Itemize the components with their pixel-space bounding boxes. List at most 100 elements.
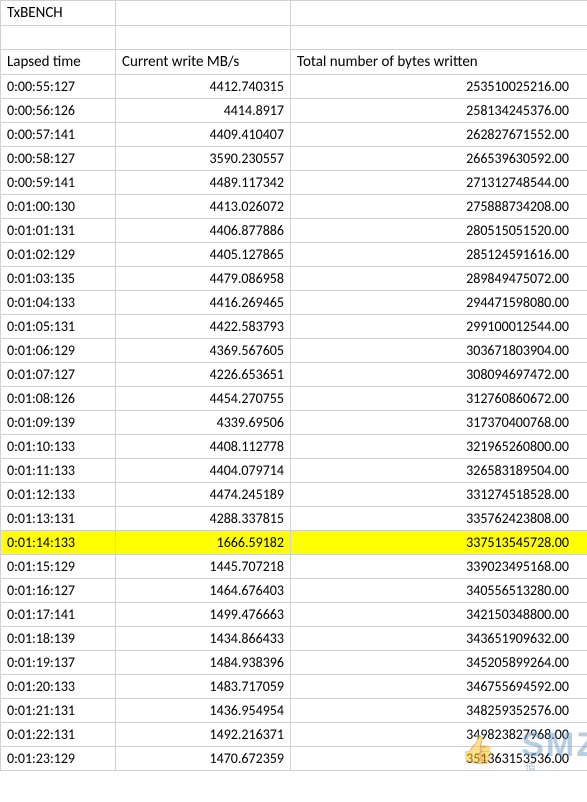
cell-total-bytes: 299100012544.00 bbox=[291, 315, 587, 339]
cell-lapsed-time: 0:01:11:133 bbox=[1, 459, 116, 483]
cell-lapsed-time: 0:01:03:135 bbox=[1, 267, 116, 291]
cell-lapsed-time: 0:01:15:129 bbox=[1, 555, 116, 579]
cell-total-bytes: 321965260800.00 bbox=[291, 435, 587, 459]
cell-lapsed-time: 0:01:09:139 bbox=[1, 411, 116, 435]
table-row: 0:01:02:1294405.127865285124591616.00 bbox=[1, 243, 587, 267]
table-row: 0:01:15:1291445.707218339023495168.00 bbox=[1, 555, 587, 579]
cell-lapsed-time: 0:01:17:141 bbox=[1, 603, 116, 627]
cell-total-bytes: 275888734208.00 bbox=[291, 195, 587, 219]
table-row: 0:01:08:1264454.270755312760860672.00 bbox=[1, 387, 587, 411]
cell-current-write: 1470.672359 bbox=[116, 747, 291, 771]
table-row: 0:01:19:1371484.938396345205899264.00 bbox=[1, 651, 587, 675]
cell-total-bytes: 346755694592.00 bbox=[291, 675, 587, 699]
header-row: Lapsed time Current write MB/s Total num… bbox=[1, 50, 587, 75]
cell-total-bytes: 303671803904.00 bbox=[291, 339, 587, 363]
cell-lapsed-time: 0:01:21:131 bbox=[1, 699, 116, 723]
table-row: 0:01:22:1311492.216371349823827968.00 bbox=[1, 723, 587, 747]
table-row: 0:01:17:1411499.476663342150348800.00 bbox=[1, 603, 587, 627]
cell-current-write: 1666.59182 bbox=[116, 531, 291, 555]
cell-current-write: 4406.877886 bbox=[116, 219, 291, 243]
cell-total-bytes: 289849475072.00 bbox=[291, 267, 587, 291]
cell-lapsed-time: 0:00:59:141 bbox=[1, 171, 116, 195]
cell-total-bytes: 285124591616.00 bbox=[291, 243, 587, 267]
cell-lapsed-time: 0:00:56:126 bbox=[1, 99, 116, 123]
cell-current-write: 1434.866433 bbox=[116, 627, 291, 651]
cell-current-write: 4404.079714 bbox=[116, 459, 291, 483]
header-total-bytes: Total number of bytes written bbox=[291, 50, 587, 75]
cell-current-write: 4412.740315 bbox=[116, 75, 291, 99]
cell-total-bytes: 337513545728.00 bbox=[291, 531, 587, 555]
cell-lapsed-time: 0:01:00:130 bbox=[1, 195, 116, 219]
table-row: 0:00:55:1274412.740315253510025216.00 bbox=[1, 75, 587, 99]
cell-total-bytes: 331274518528.00 bbox=[291, 483, 587, 507]
cell-lapsed-time: 0:01:20:133 bbox=[1, 675, 116, 699]
table-row: 0:01:16:1271464.676403340556513280.00 bbox=[1, 579, 587, 603]
cell-current-write: 4414.8917 bbox=[116, 99, 291, 123]
cell-lapsed-time: 0:01:23:129 bbox=[1, 747, 116, 771]
cell-current-write: 4422.583793 bbox=[116, 315, 291, 339]
cell-current-write: 4226.653651 bbox=[116, 363, 291, 387]
cell-current-write: 4405.127865 bbox=[116, 243, 291, 267]
empty-cell bbox=[116, 26, 291, 50]
cell-current-write: 1499.476663 bbox=[116, 603, 291, 627]
table-row: 0:01:13:1314288.337815335762423808.00 bbox=[1, 507, 587, 531]
table-row: 0:01:18:1391434.866433343651909632.00 bbox=[1, 627, 587, 651]
cell-current-write: 4339.69506 bbox=[116, 411, 291, 435]
table-row: 0:01:23:1291470.672359351363153536.00 bbox=[1, 747, 587, 771]
cell-current-write: 4489.117342 bbox=[116, 171, 291, 195]
table-row: 0:00:58:1273590.230557266539630592.00 bbox=[1, 147, 587, 171]
empty-cell bbox=[291, 26, 587, 50]
table-row: 0:01:00:1304413.026072275888734208.00 bbox=[1, 195, 587, 219]
cell-current-write: 4369.567605 bbox=[116, 339, 291, 363]
cell-lapsed-time: 0:01:12:133 bbox=[1, 483, 116, 507]
cell-total-bytes: 280515051520.00 bbox=[291, 219, 587, 243]
cell-current-write: 4479.086958 bbox=[116, 267, 291, 291]
cell-lapsed-time: 0:01:14:133 bbox=[1, 531, 116, 555]
table-row: 0:01:11:1334404.079714326583189504.00 bbox=[1, 459, 587, 483]
cell-lapsed-time: 0:01:19:137 bbox=[1, 651, 116, 675]
cell-current-write: 1464.676403 bbox=[116, 579, 291, 603]
table-row: 0:01:06:1294369.567605303671803904.00 bbox=[1, 339, 587, 363]
cell-lapsed-time: 0:01:13:131 bbox=[1, 507, 116, 531]
cell-total-bytes: 312760860672.00 bbox=[291, 387, 587, 411]
cell-total-bytes: 253510025216.00 bbox=[291, 75, 587, 99]
table-row: 0:01:21:1311436.954954348259352576.00 bbox=[1, 699, 587, 723]
empty-cell bbox=[291, 1, 587, 26]
cell-total-bytes: 339023495168.00 bbox=[291, 555, 587, 579]
header-lapsed-time: Lapsed time bbox=[1, 50, 116, 75]
cell-lapsed-time: 0:00:55:127 bbox=[1, 75, 116, 99]
table-row: 0:00:57:1414409.410407262827671552.00 bbox=[1, 123, 587, 147]
cell-lapsed-time: 0:00:57:141 bbox=[1, 123, 116, 147]
cell-total-bytes: 340556513280.00 bbox=[291, 579, 587, 603]
table-row: 0:01:14:1331666.59182337513545728.00 bbox=[1, 531, 587, 555]
empty-cell bbox=[1, 26, 116, 50]
cell-current-write: 3590.230557 bbox=[116, 147, 291, 171]
cell-current-write: 4416.269465 bbox=[116, 291, 291, 315]
cell-total-bytes: 294471598080.00 bbox=[291, 291, 587, 315]
cell-current-write: 4408.112778 bbox=[116, 435, 291, 459]
cell-lapsed-time: 0:01:08:126 bbox=[1, 387, 116, 411]
table-row: 0:01:03:1354479.086958289849475072.00 bbox=[1, 267, 587, 291]
table-row: 0:01:05:1314422.583793299100012544.00 bbox=[1, 315, 587, 339]
cell-total-bytes: 349823827968.00 bbox=[291, 723, 587, 747]
cell-lapsed-time: 0:01:02:129 bbox=[1, 243, 116, 267]
cell-lapsed-time: 0:01:07:127 bbox=[1, 363, 116, 387]
cell-current-write: 4454.270755 bbox=[116, 387, 291, 411]
cell-current-write: 4474.245189 bbox=[116, 483, 291, 507]
cell-current-write: 4413.026072 bbox=[116, 195, 291, 219]
cell-total-bytes: 258134245376.00 bbox=[291, 99, 587, 123]
cell-total-bytes: 335762423808.00 bbox=[291, 507, 587, 531]
cell-total-bytes: 308094697472.00 bbox=[291, 363, 587, 387]
cell-current-write: 1445.707218 bbox=[116, 555, 291, 579]
cell-total-bytes: 266539630592.00 bbox=[291, 147, 587, 171]
cell-current-write: 1436.954954 bbox=[116, 699, 291, 723]
cell-lapsed-time: 0:01:16:127 bbox=[1, 579, 116, 603]
table-row: 0:01:01:1314406.877886280515051520.00 bbox=[1, 219, 587, 243]
cell-lapsed-time: 0:00:58:127 bbox=[1, 147, 116, 171]
cell-total-bytes: 262827671552.00 bbox=[291, 123, 587, 147]
table-row: 0:00:59:1414489.117342271312748544.00 bbox=[1, 171, 587, 195]
cell-lapsed-time: 0:01:05:131 bbox=[1, 315, 116, 339]
app-title: TxBENCH bbox=[1, 1, 116, 26]
title-row: TxBENCH bbox=[1, 1, 587, 26]
table-row: 0:01:04:1334416.269465294471598080.00 bbox=[1, 291, 587, 315]
